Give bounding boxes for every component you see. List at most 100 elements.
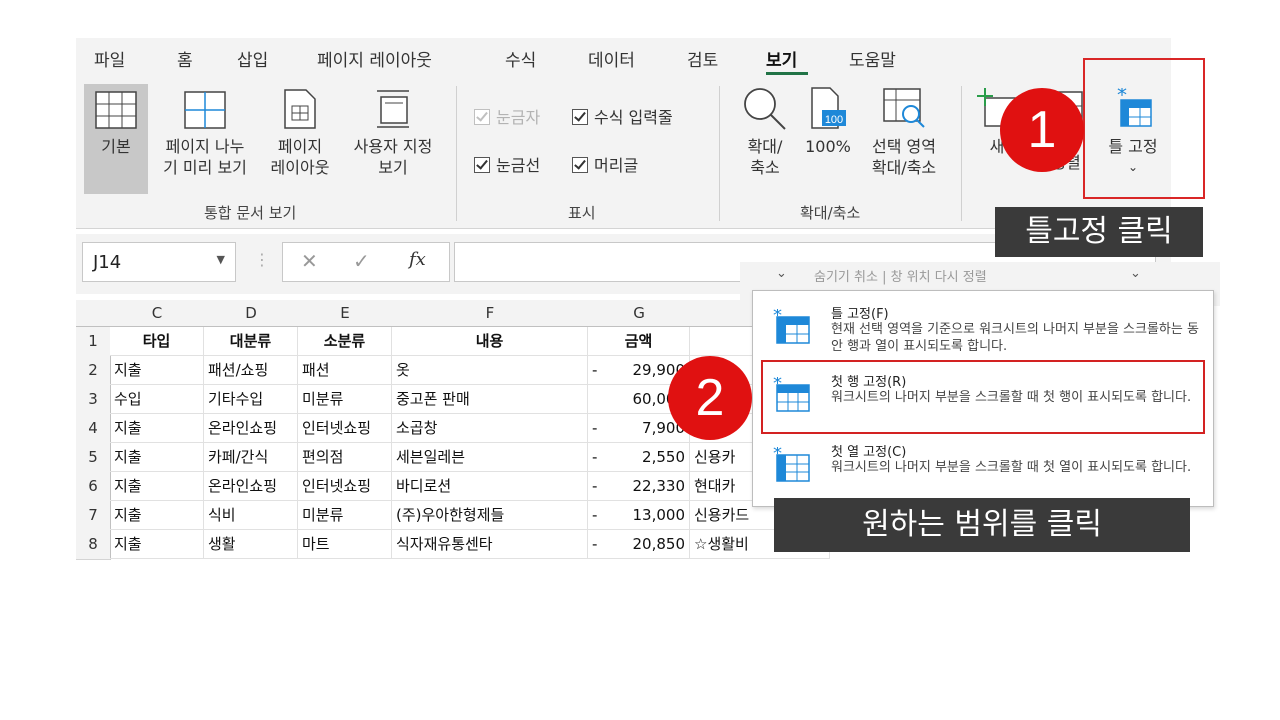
cell-g[interactable]: 2,550 bbox=[588, 443, 690, 472]
more-options-icon: ⋮ bbox=[254, 250, 270, 269]
cell-d[interactable]: 패션/쇼핑 bbox=[204, 356, 298, 385]
page-break-label-1: 페이지 나누 bbox=[165, 137, 245, 156]
cell-c[interactable]: 지출 bbox=[110, 501, 204, 530]
cell-f[interactable]: (주)우아한형제들 bbox=[392, 501, 588, 530]
cell-f[interactable]: 세븐일레븐 bbox=[392, 443, 588, 472]
unhide-arrange-text: 숨기기 취소 | 창 위치 다시 정렬 bbox=[814, 270, 987, 285]
cancel-icon[interactable]: ✕ bbox=[301, 249, 318, 273]
chevron-down-icon: ▼ bbox=[216, 253, 225, 266]
cell-f[interactable]: 중고폰 판매 bbox=[392, 385, 588, 414]
cell-g[interactable]: 13,000 bbox=[588, 501, 690, 530]
name-box[interactable]: J14 ▼ bbox=[82, 242, 236, 282]
ruler-label: 눈금자 bbox=[496, 108, 541, 127]
row-header[interactable]: 8 bbox=[76, 530, 111, 560]
tab-view[interactable]: 보기 bbox=[766, 46, 797, 71]
zoom-selection-label-2: 확대/축소 bbox=[871, 158, 937, 177]
svg-text:*: * bbox=[773, 309, 782, 326]
cell-e[interactable]: 마트 bbox=[298, 530, 392, 559]
cell-d[interactable]: 카페/간식 bbox=[204, 443, 298, 472]
cell-c[interactable]: 지출 bbox=[110, 414, 204, 443]
cell-e[interactable]: 인터넷쇼핑 bbox=[298, 414, 392, 443]
gridlines-label: 눈금선 bbox=[496, 156, 541, 175]
cell-d[interactable]: 온라인쇼핑 bbox=[204, 414, 298, 443]
freeze-panes-icon: * bbox=[773, 309, 810, 344]
chevron-down-icon: ⌄ bbox=[1130, 266, 1141, 281]
cell-f[interactable]: 바디로션 bbox=[392, 472, 588, 501]
cell-f[interactable]: 옷 bbox=[392, 356, 588, 385]
formula-bar-label: 수식 입력줄 bbox=[594, 108, 673, 127]
cell-c[interactable]: 타입 bbox=[110, 327, 204, 356]
tab-review[interactable]: 검토 bbox=[687, 46, 718, 71]
zoom-100-icon: 100 bbox=[811, 87, 846, 129]
cell-d[interactable]: 기타수입 bbox=[204, 385, 298, 414]
cell-f[interactable]: 내용 bbox=[392, 327, 588, 356]
menu-item-freeze-first-column[interactable]: * 첫 열 고정(C) 워크시트의 나머지 부분을 스크롤할 때 첫 열이 표시… bbox=[753, 433, 1213, 499]
gridlines-checkbox[interactable]: 눈금선 bbox=[474, 152, 540, 176]
menu-item-freeze-panes[interactable]: * 틀 고정(F) 현재 선택 영역을 기준으로 워크시트의 나머지 부분을 스… bbox=[753, 295, 1213, 361]
enter-check-icon[interactable]: ✓ bbox=[353, 249, 370, 273]
row-header[interactable]: 7 bbox=[76, 501, 111, 531]
cell-e[interactable]: 패션 bbox=[298, 356, 392, 385]
cell-g[interactable]: 20,850 bbox=[588, 530, 690, 559]
zoom-button[interactable]: 확대/ 축소 bbox=[732, 84, 798, 194]
menu-item-title: 틀 고정(F) bbox=[831, 307, 889, 322]
page-break-preview-button[interactable]: 페이지 나누 기 미리 보기 bbox=[154, 84, 256, 194]
cell-e[interactable]: 미분류 bbox=[298, 385, 392, 414]
ruler-checkbox[interactable]: 눈금자 bbox=[474, 104, 540, 128]
column-header-c[interactable]: C bbox=[110, 300, 205, 327]
tab-file[interactable]: 파일 bbox=[94, 46, 125, 71]
svg-text:*: * bbox=[773, 447, 782, 464]
cell-c[interactable]: 지출 bbox=[110, 530, 204, 559]
cell-e[interactable]: 미분류 bbox=[298, 501, 392, 530]
formula-bar-checkbox[interactable]: 수식 입력줄 bbox=[572, 104, 673, 128]
headings-checkbox[interactable]: 머리글 bbox=[572, 152, 638, 176]
cell-d[interactable]: 생활 bbox=[204, 530, 298, 559]
tab-insert[interactable]: 삽입 bbox=[237, 46, 268, 71]
cell-e[interactable]: 소분류 bbox=[298, 327, 392, 356]
cell-d[interactable]: 온라인쇼핑 bbox=[204, 472, 298, 501]
row-header[interactable]: 3 bbox=[76, 385, 111, 415]
row-header[interactable]: 5 bbox=[76, 443, 111, 473]
column-header-g[interactable]: G bbox=[588, 300, 691, 327]
normal-view-button[interactable]: 기본 bbox=[84, 84, 148, 194]
zoom-100-button[interactable]: 100 100% bbox=[800, 84, 856, 194]
custom-views-button[interactable]: 사용자 지정 보기 bbox=[342, 84, 444, 194]
cell-g[interactable]: 22,330 bbox=[588, 472, 690, 501]
tab-data[interactable]: 데이터 bbox=[588, 46, 635, 71]
select-all-corner[interactable] bbox=[76, 300, 111, 327]
formula-buttons: ✕ ✓ fx bbox=[282, 242, 450, 282]
cell-g[interactable]: 금액 bbox=[588, 327, 690, 356]
page-break-icon bbox=[184, 91, 226, 129]
tab-page-layout[interactable]: 페이지 레이아웃 bbox=[317, 46, 432, 71]
checkbox-checked-icon bbox=[572, 109, 588, 125]
cell-c[interactable]: 지출 bbox=[110, 472, 204, 501]
cell-e[interactable]: 인터넷쇼핑 bbox=[298, 472, 392, 501]
cell-c[interactable]: 수입 bbox=[110, 385, 204, 414]
cell-d[interactable]: 대분류 bbox=[204, 327, 298, 356]
cell-c[interactable]: 지출 bbox=[110, 356, 204, 385]
checkbox-checked-icon bbox=[474, 109, 490, 125]
accounting-dash: - bbox=[592, 361, 598, 379]
insert-function-icon[interactable]: fx bbox=[409, 249, 426, 270]
row-header[interactable]: 1 bbox=[76, 327, 111, 357]
cell-e[interactable]: 편의점 bbox=[298, 443, 392, 472]
cell-f[interactable]: 소곱창 bbox=[392, 414, 588, 443]
cell-d[interactable]: 식비 bbox=[204, 501, 298, 530]
workbook-views-group-label: 통합 문서 보기 bbox=[204, 204, 297, 222]
page-layout-view-button[interactable]: 페이지 레이아웃 bbox=[262, 84, 338, 194]
column-header-e[interactable]: E bbox=[298, 300, 393, 327]
magnifier-icon bbox=[744, 88, 786, 130]
tab-home[interactable]: 홈 bbox=[177, 46, 193, 71]
tab-formulas[interactable]: 수식 bbox=[505, 46, 536, 71]
cell-f[interactable]: 식자재유통센타 bbox=[392, 530, 588, 559]
active-tab-underline bbox=[766, 72, 808, 75]
column-header-f[interactable]: F bbox=[392, 300, 589, 327]
cell-c[interactable]: 지출 bbox=[110, 443, 204, 472]
row-header[interactable]: 4 bbox=[76, 414, 111, 444]
checkbox-checked-icon bbox=[572, 157, 588, 173]
row-header[interactable]: 2 bbox=[76, 356, 111, 386]
tab-help[interactable]: 도움말 bbox=[849, 46, 896, 71]
column-header-d[interactable]: D bbox=[204, 300, 299, 327]
zoom-to-selection-button[interactable]: 선택 영역 확대/축소 bbox=[860, 84, 948, 194]
row-header[interactable]: 6 bbox=[76, 472, 111, 502]
